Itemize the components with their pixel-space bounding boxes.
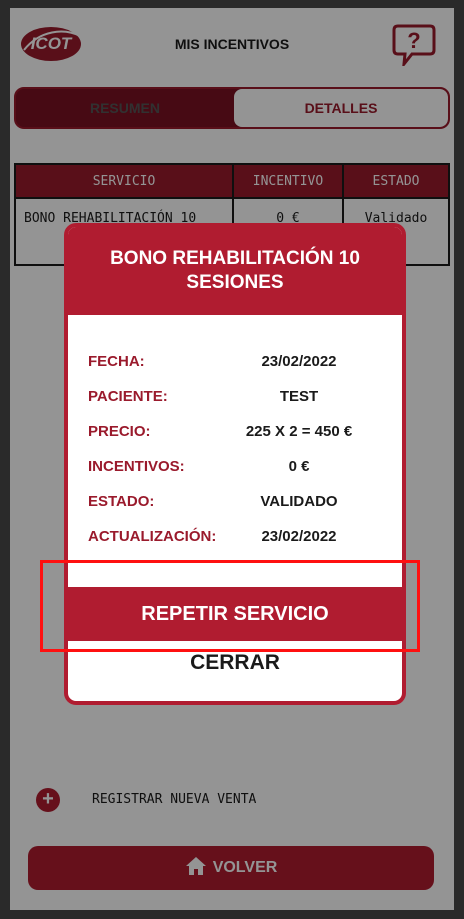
detail-label: ACTUALIZACIÓN: <box>88 528 217 545</box>
detail-value: 23/02/2022 <box>261 353 337 370</box>
app-screen: ICOT MIS INCENTIVOS ? RESUMEN DETALLES S… <box>10 8 454 910</box>
detail-value: VALIDADO <box>260 493 338 510</box>
detail-row-estado: ESTADO: VALIDADO <box>88 493 388 513</box>
highlight-box <box>40 560 420 652</box>
detail-row-precio: PRECIO: 225 X 2 = 450 € <box>88 423 388 443</box>
detail-label: FECHA: <box>88 353 145 370</box>
detail-value: TEST <box>279 388 319 405</box>
detail-label: PACIENTE: <box>88 388 168 405</box>
detail-value: 225 X 2 = 450 € <box>245 423 353 440</box>
detail-value: 0 € <box>288 458 310 475</box>
detail-label: INCENTIVOS: <box>88 458 185 475</box>
detail-row-incentivos: INCENTIVOS: 0 € <box>88 458 388 478</box>
detail-row-paciente: PACIENTE: TEST <box>88 388 388 408</box>
detail-row-actualizacion: ACTUALIZACIÓN: 23/02/2022 <box>88 528 388 548</box>
detail-value: 23/02/2022 <box>261 528 337 545</box>
detail-label: ESTADO: <box>88 493 155 510</box>
detail-row-fecha: FECHA: 23/02/2022 <box>88 353 388 373</box>
detail-label: PRECIO: <box>88 423 151 440</box>
modal-title: BONO REHABILITACIÓN 10 SESIONES <box>68 227 402 315</box>
close-button[interactable]: CERRAR <box>68 651 402 681</box>
